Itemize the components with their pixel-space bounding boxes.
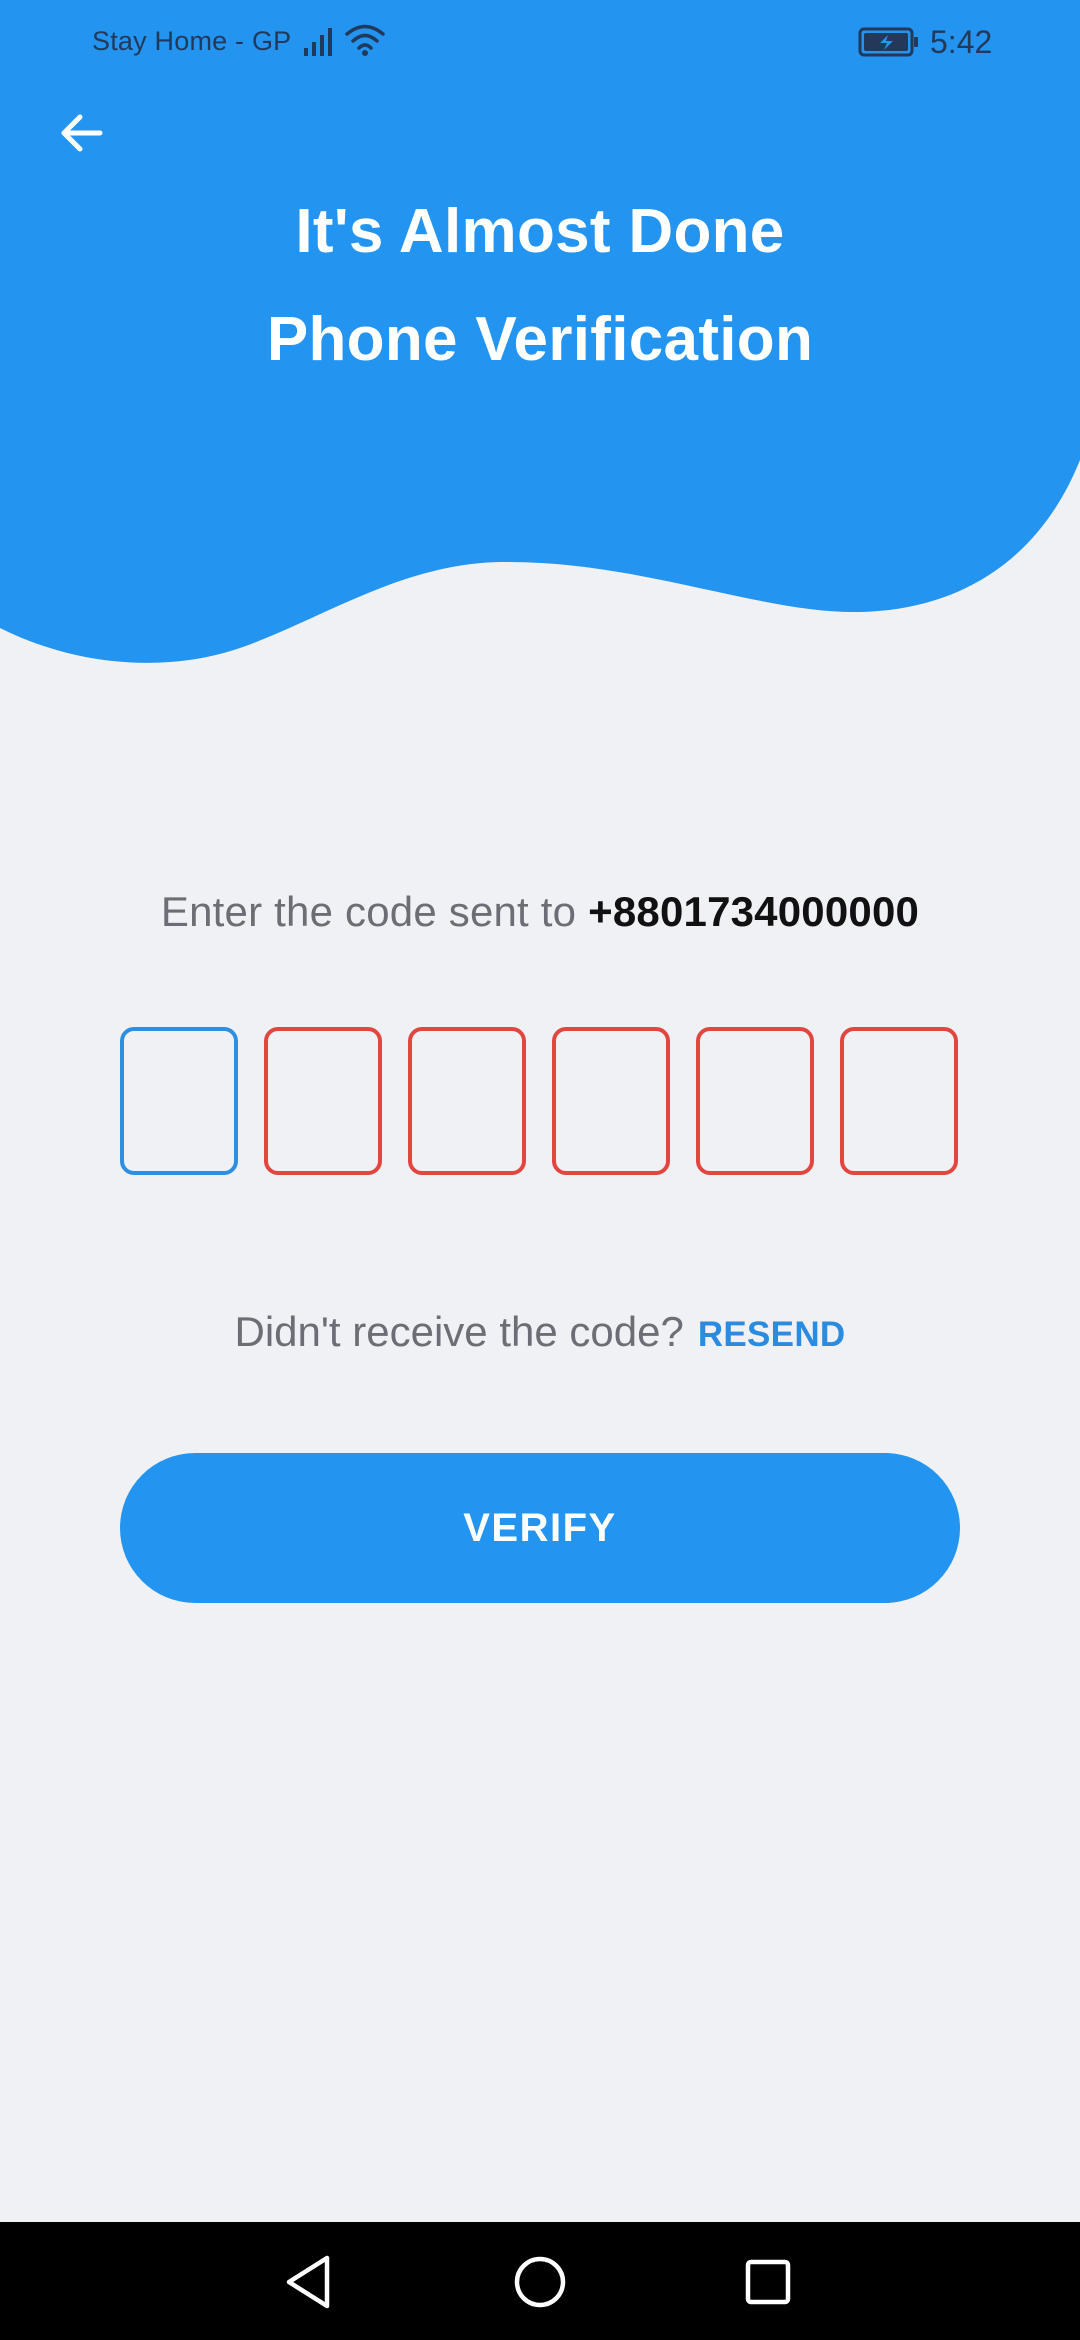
code-instruction: Enter the code sent to +8801734000000: [0, 888, 1080, 936]
instruction-text: Enter the code sent to: [160, 888, 589, 935]
resend-row: Didn't receive the code? RESEND: [0, 1308, 1080, 1356]
nav-recents-icon: [745, 2259, 791, 2305]
nav-home-button[interactable]: [504, 2246, 576, 2318]
phone-number: +8801734000000: [588, 888, 920, 935]
nav-home-icon: [514, 2256, 566, 2308]
nav-back-button[interactable]: [272, 2246, 344, 2318]
signal-icon: [304, 28, 332, 56]
back-button[interactable]: [44, 96, 118, 170]
arrow-left-icon: [61, 114, 103, 152]
header-title: It's Almost Done: [295, 197, 785, 266]
otp-digit-4[interactable]: [552, 1027, 670, 1175]
otp-digit-3[interactable]: [408, 1027, 526, 1175]
resend-link[interactable]: RESEND: [698, 1315, 846, 1354]
battery-charging-icon: [858, 27, 918, 57]
otp-digit-6[interactable]: [840, 1027, 958, 1175]
phone-verification-screen: Stay Home - GP 5:42 It's Almost Done Pho…: [0, 0, 1080, 2340]
otp-digit-2[interactable]: [264, 1027, 382, 1175]
resend-prompt: Didn't receive the code?: [234, 1308, 684, 1355]
header-subtitle: Phone Verification: [266, 305, 814, 374]
verify-button[interactable]: VERIFY: [120, 1453, 960, 1603]
carrier-name: Stay Home - GP: [92, 26, 292, 56]
status-time: 5:42: [930, 24, 993, 60]
wifi-icon: [345, 24, 385, 56]
otp-digit-5[interactable]: [696, 1027, 814, 1175]
otp-input-group: [120, 1027, 960, 1175]
otp-digit-1[interactable]: [120, 1027, 238, 1175]
nav-recents-button[interactable]: [732, 2246, 804, 2318]
system-navigation-bar: [0, 2222, 1080, 2340]
nav-back-icon: [286, 2255, 330, 2309]
status-bar: Stay Home - GP 5:42: [0, 0, 1080, 86]
